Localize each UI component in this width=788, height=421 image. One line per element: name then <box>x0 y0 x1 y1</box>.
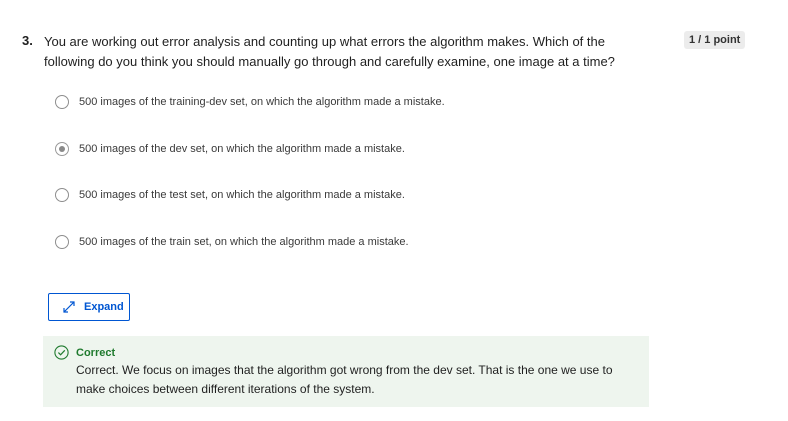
points-badge: 1 / 1 point <box>684 31 746 49</box>
radio-button[interactable] <box>55 142 69 156</box>
option-label: 500 images of the dev set, on which the … <box>79 143 405 155</box>
question-number: 3. <box>22 33 33 48</box>
radio-button[interactable] <box>55 95 69 109</box>
option-label: 500 images of the train set, on which th… <box>79 236 409 248</box>
answer-option[interactable]: 500 images of the test set, on which the… <box>55 188 405 202</box>
expand-label: Expand <box>84 301 124 313</box>
option-label: 500 images of the test set, on which the… <box>79 189 405 201</box>
answer-option[interactable]: 500 images of the training-dev set, on w… <box>55 95 445 109</box>
radio-button[interactable] <box>55 188 69 202</box>
question-text: You are working out error analysis and c… <box>44 34 615 69</box>
option-label: 500 images of the training-dev set, on w… <box>79 96 445 108</box>
feedback-text: Correct. We focus on images that the alg… <box>76 363 613 396</box>
feedback-title: Correct <box>76 347 116 359</box>
expand-arrows-icon <box>63 301 75 313</box>
radio-button[interactable] <box>55 235 69 249</box>
expand-button[interactable]: Expand <box>48 293 130 321</box>
check-circle-icon <box>54 345 69 360</box>
answer-option[interactable]: 500 images of the train set, on which th… <box>55 235 409 249</box>
answer-option[interactable]: 500 images of the dev set, on which the … <box>55 142 405 156</box>
feedback-panel: Correct Correct. We focus on images that… <box>43 336 649 407</box>
